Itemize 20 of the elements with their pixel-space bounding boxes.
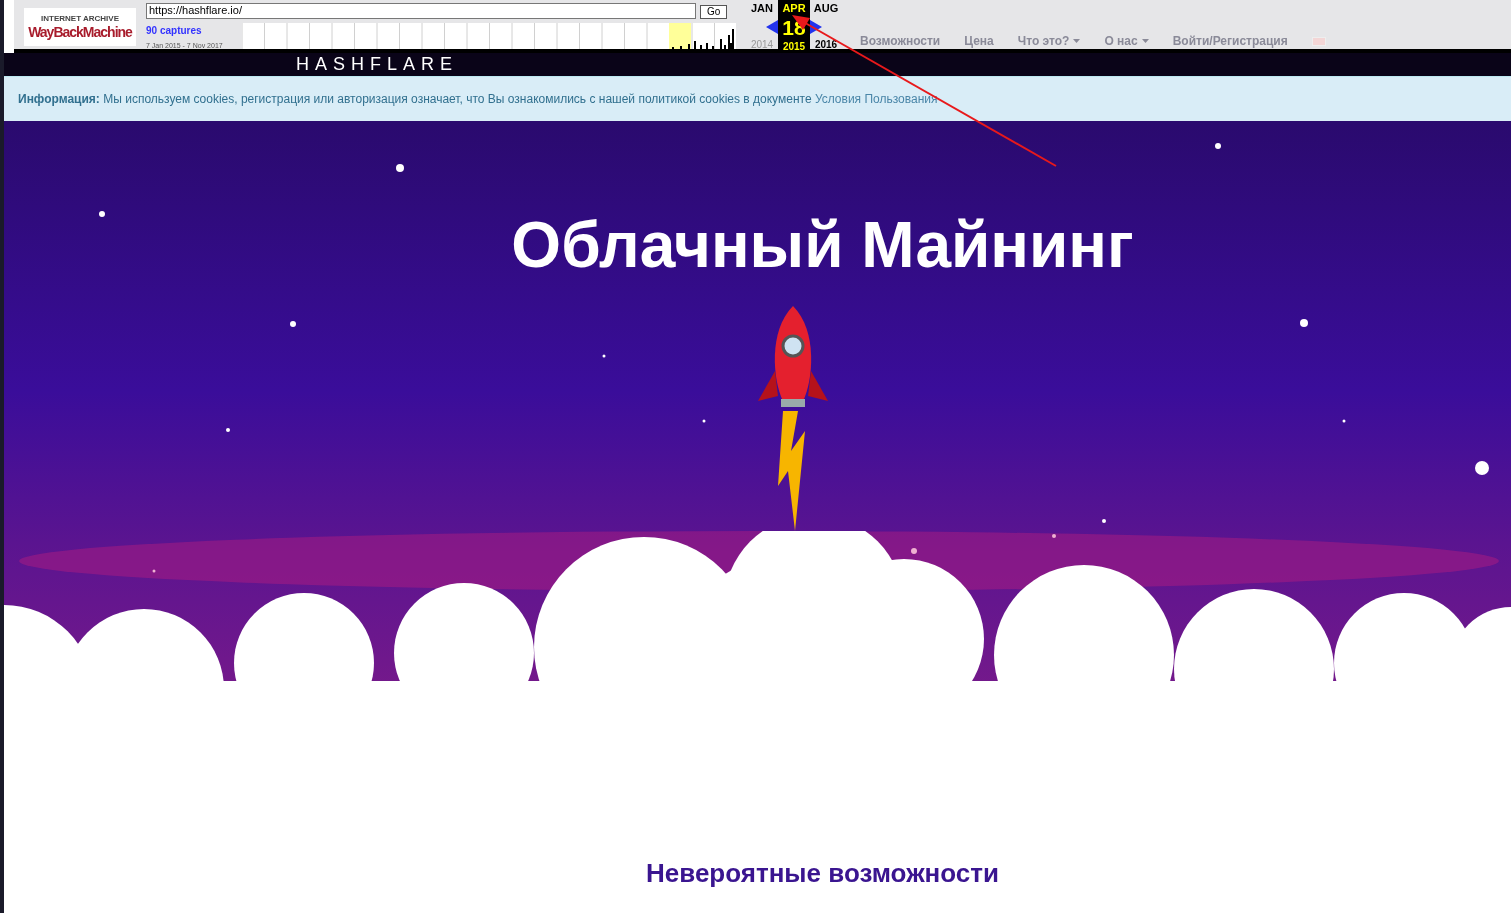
month-label: JAN (751, 1, 773, 16)
year-label: 2014 (750, 38, 774, 52)
site-logo[interactable]: HASHFLARE (296, 54, 459, 76)
hero-title: Облачный Майнинг (511, 209, 1134, 281)
notice-text: Информация: Мы используем cookies, регистрация или авторизация означает, что Вы ознакомились с нашей политикой cookies в документе Условия Пользования (18, 91, 938, 108)
month-label: APR (782, 1, 806, 16)
go-button[interactable]: Go (700, 5, 728, 19)
caret-icon[interactable] (1141, 39, 1149, 43)
url-field[interactable]: https://hashflare.io/ (146, 2, 696, 19)
wayback-logo[interactable]: INTERNET ARCHIVE WayBackMachine (24, 8, 136, 46)
section-title: Невероятные возможности (646, 857, 999, 890)
captures-link[interactable]: 90 captures (146, 23, 238, 38)
year-label: 2015 (782, 39, 806, 54)
calendar-column[interactable]: AUG 2016 (810, 0, 842, 52)
previous-arrow-icon[interactable] (766, 19, 778, 34)
caret-icon[interactable] (1073, 39, 1081, 43)
month-label: AUG (813, 1, 839, 16)
year-label: 2016 (814, 38, 838, 52)
next-arrow-icon[interactable] (810, 19, 822, 34)
calendar-column[interactable]: JAN 2014 (746, 0, 778, 52)
